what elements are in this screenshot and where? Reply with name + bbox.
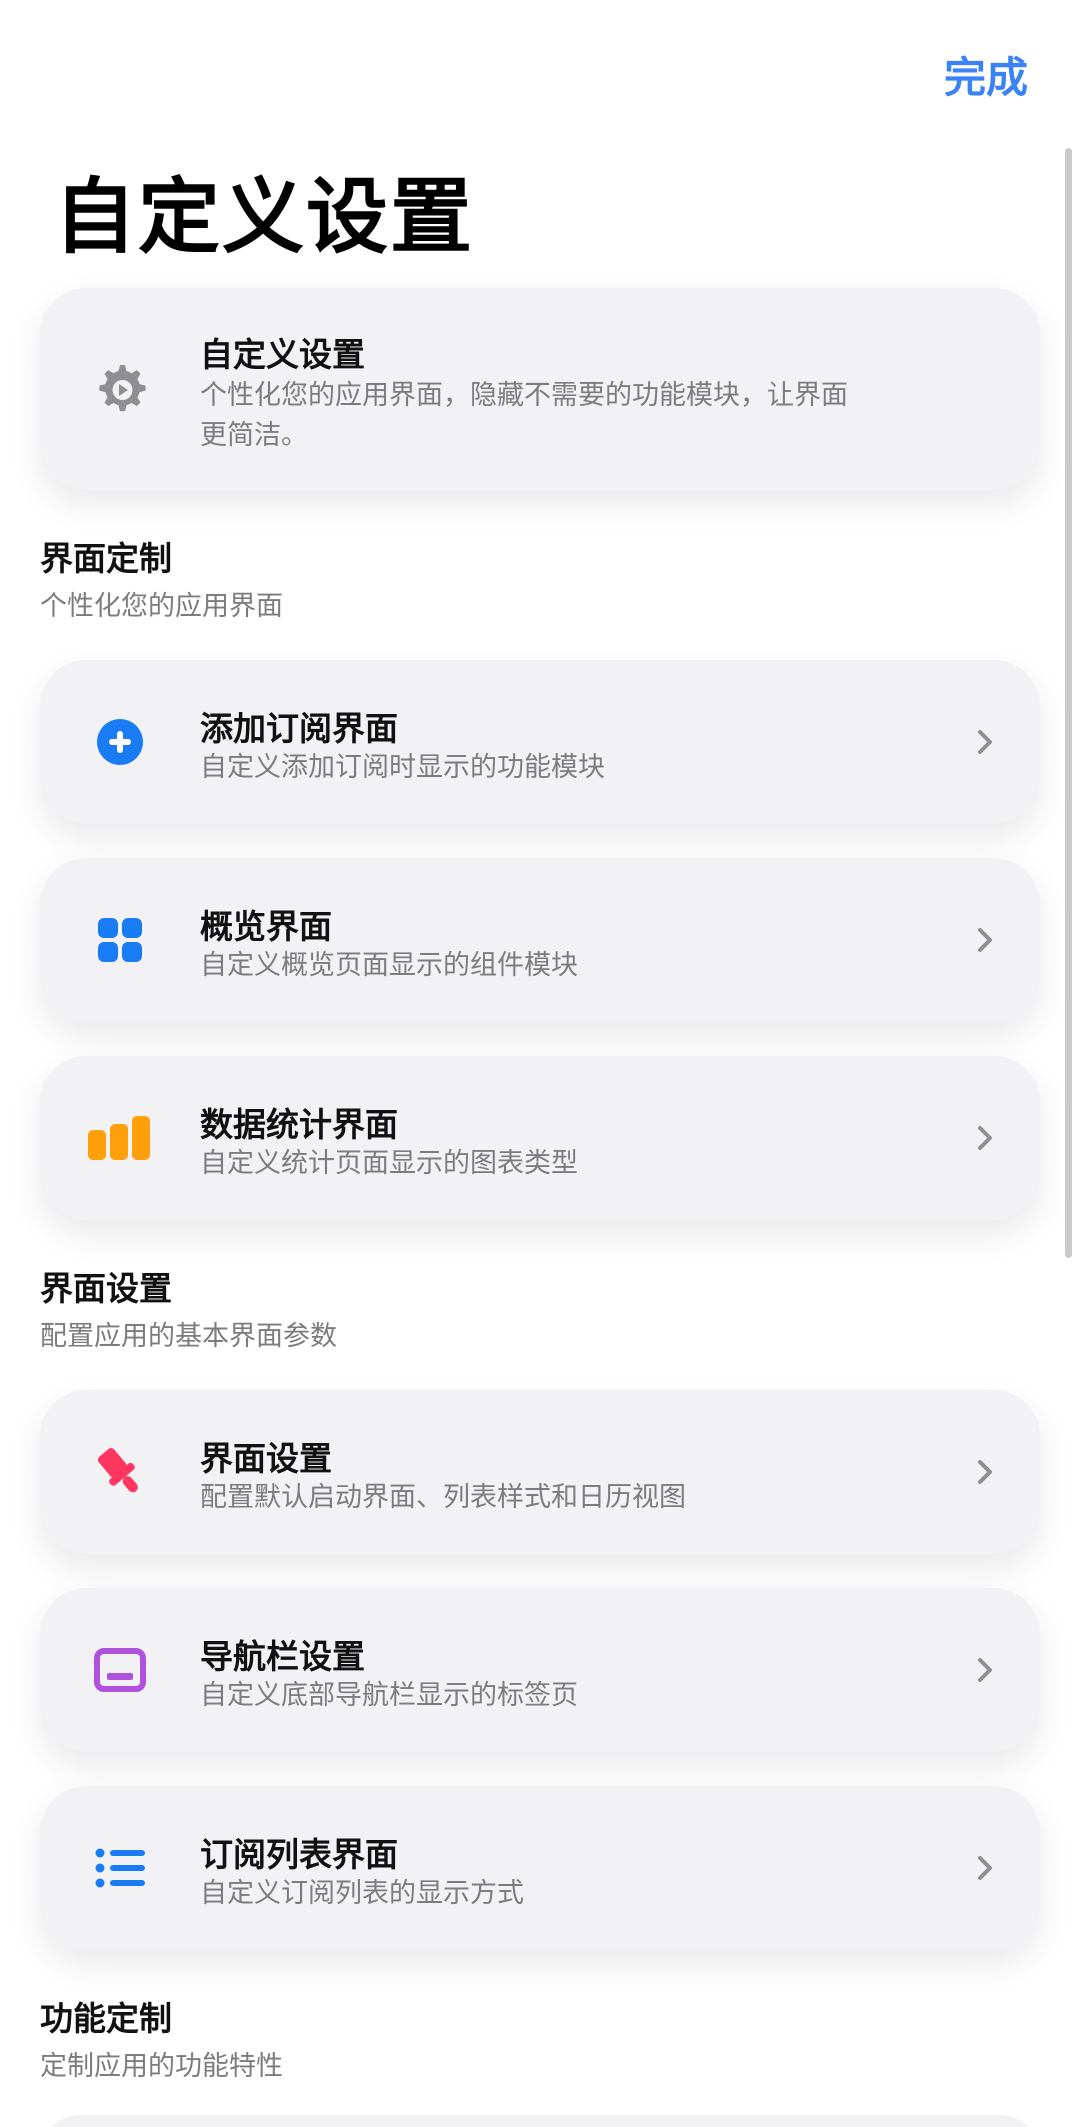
item-subtitle: 自定义订阅列表的显示方式	[200, 1878, 524, 1909]
intro-card-subtitle-line2: 更简洁。	[200, 420, 308, 451]
section-subtitle-feature-customization: 定制应用的功能特性	[40, 2051, 283, 2082]
chevron-right-icon	[978, 1856, 992, 1880]
partial-card[interactable]	[40, 2115, 1040, 2127]
item-interface-settings[interactable]: 界面设置 配置默认启动界面、列表样式和日历视图	[40, 1390, 1040, 1554]
plus-circle-icon	[92, 714, 148, 770]
chevron-right-icon	[978, 1658, 992, 1682]
done-button[interactable]: 完成	[944, 44, 1028, 105]
scrollbar[interactable]	[1065, 148, 1072, 1258]
item-subtitle: 自定义统计页面显示的图表类型	[200, 1148, 578, 1179]
item-add-subscription-screen[interactable]: 添加订阅界面 自定义添加订阅时显示的功能模块	[40, 660, 1040, 824]
settings-sheet: 完成 自定义设置 自定义设置 个性化您的应用界面，隐藏不需要的功能模块，让界面 …	[0, 0, 1080, 2127]
item-subtitle: 配置默认启动界面、列表样式和日历视图	[200, 1482, 686, 1513]
gear-icon	[92, 360, 148, 416]
item-title: 界面设置	[200, 1439, 332, 1478]
chevron-right-icon	[978, 928, 992, 952]
list-icon	[92, 1840, 148, 1896]
item-title: 概览界面	[200, 907, 332, 946]
section-subtitle-ui-customization: 个性化您的应用界面	[40, 591, 283, 622]
chevron-right-icon	[978, 1126, 992, 1150]
item-subtitle: 自定义底部导航栏显示的标签页	[200, 1680, 578, 1711]
item-title: 添加订阅界面	[200, 709, 398, 748]
grid-icon	[92, 912, 148, 968]
intro-card-subtitle-line1: 个性化您的应用界面，隐藏不需要的功能模块，让界面	[200, 380, 848, 411]
item-title: 数据统计界面	[200, 1105, 398, 1144]
chevron-right-icon	[978, 1460, 992, 1484]
section-title-feature-customization: 功能定制	[40, 1999, 172, 2038]
item-subscription-list-screen[interactable]: 订阅列表界面 自定义订阅列表的显示方式	[40, 1786, 1040, 1950]
item-subtitle: 自定义添加订阅时显示的功能模块	[200, 752, 605, 783]
page-title: 自定义设置	[54, 170, 475, 265]
item-navigation-bar-settings[interactable]: 导航栏设置 自定义底部导航栏显示的标签页	[40, 1588, 1040, 1752]
paintbrush-icon	[92, 1444, 148, 1500]
item-title: 导航栏设置	[200, 1637, 365, 1676]
intro-card-title: 自定义设置	[200, 335, 365, 374]
item-statistics-screen[interactable]: 数据统计界面 自定义统计页面显示的图表类型	[40, 1056, 1040, 1220]
item-subtitle: 自定义概览页面显示的组件模块	[200, 950, 578, 981]
item-overview-screen[interactable]: 概览界面 自定义概览页面显示的组件模块	[40, 858, 1040, 1022]
intro-card: 自定义设置 个性化您的应用界面，隐藏不需要的功能模块，让界面 更简洁。	[40, 288, 1040, 490]
item-title: 订阅列表界面	[200, 1835, 398, 1874]
bar-chart-icon	[86, 1110, 152, 1166]
dock-icon	[92, 1642, 148, 1698]
section-title-ui-settings: 界面设置	[40, 1269, 172, 1308]
section-title-ui-customization: 界面定制	[40, 539, 172, 578]
chevron-right-icon	[978, 730, 992, 754]
section-subtitle-ui-settings: 配置应用的基本界面参数	[40, 1321, 337, 1352]
